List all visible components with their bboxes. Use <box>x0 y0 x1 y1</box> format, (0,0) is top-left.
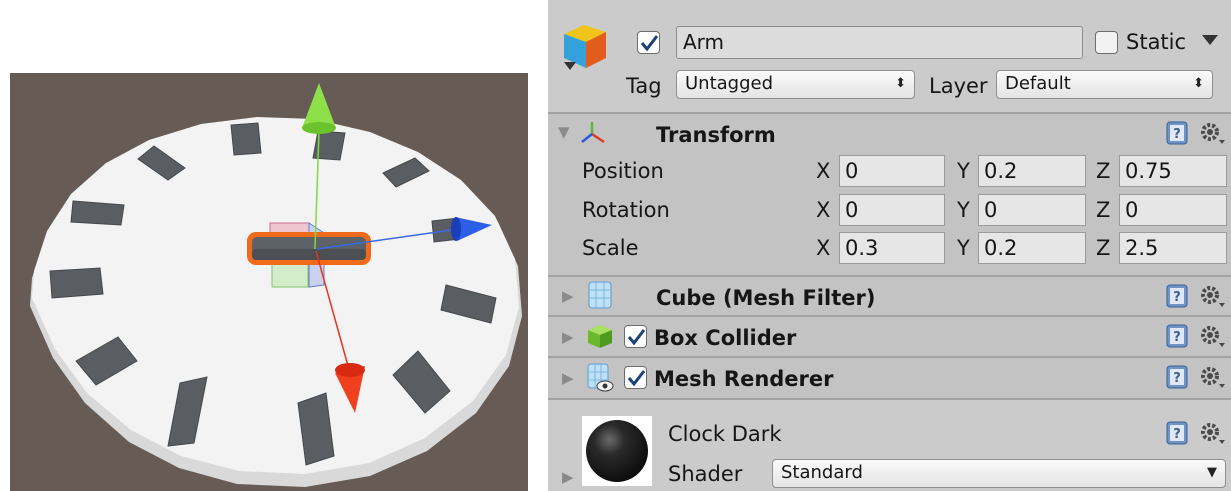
hour-marker-12[interactable] <box>230 122 262 156</box>
scene-canvas[interactable] <box>10 73 528 491</box>
scene-view[interactable] <box>10 73 528 491</box>
scale-z-field[interactable]: 2.5 <box>1119 232 1227 264</box>
scale-label: Scale <box>582 236 639 260</box>
position-y-field[interactable]: 0.2 <box>978 155 1086 187</box>
mesh-filter-fold-icon[interactable]: ▶ <box>562 287 574 305</box>
transform-title[interactable]: Transform <box>656 122 776 148</box>
shader-label: Shader <box>668 462 743 486</box>
scale-y-field[interactable]: 0.2 <box>978 232 1086 264</box>
rotation-label: Rotation <box>582 198 670 222</box>
axis-y-label[interactable]: Y <box>957 197 970 223</box>
axis-z-label[interactable]: Z <box>1096 158 1110 184</box>
dropdown-arrow-icon: ▼ <box>1207 465 1217 480</box>
updown-arrow-icon: ⬍ <box>1193 76 1204 91</box>
mesh-renderer-icon <box>587 363 614 392</box>
axis-z-label[interactable]: Z <box>1096 197 1110 223</box>
tag-value: Untagged <box>685 73 774 94</box>
svg-text:?: ? <box>1173 427 1181 442</box>
gear-icon[interactable] <box>1198 364 1226 390</box>
material-fold-icon[interactable]: ▶ <box>562 468 574 486</box>
tag-label: Tag <box>626 74 662 98</box>
axis-x-label[interactable]: X <box>816 235 830 261</box>
rotation-z-field[interactable]: 0 <box>1119 194 1227 226</box>
layer-value: Default <box>1005 73 1071 94</box>
box-collider-icon <box>588 325 612 348</box>
help-icon[interactable]: ? <box>1165 323 1189 349</box>
inspector-panel: Arm Static Tag Untagged ⬍ Layer Default … <box>548 0 1231 491</box>
rotation-x-field[interactable]: 0 <box>839 194 945 226</box>
mesh-renderer-enabled-checkbox[interactable] <box>624 366 647 389</box>
updown-arrow-icon: ⬍ <box>895 76 906 91</box>
position-label: Position <box>582 159 664 183</box>
box-collider-fold-icon[interactable]: ▶ <box>562 328 574 346</box>
tag-dropdown[interactable]: Untagged ⬍ <box>676 70 915 99</box>
help-icon[interactable]: ? <box>1165 420 1189 446</box>
gear-icon[interactable] <box>1198 120 1226 146</box>
help-icon[interactable]: ? <box>1165 120 1189 146</box>
object-name-field[interactable]: Arm <box>676 26 1083 59</box>
gameobject-cube-icon <box>564 25 606 70</box>
active-checkbox[interactable] <box>637 31 660 54</box>
hour-marker-9[interactable] <box>49 267 104 299</box>
mesh-renderer-fold-icon[interactable]: ▶ <box>562 369 574 387</box>
layer-label: Layer <box>929 74 988 98</box>
scale-x-field[interactable]: 0.3 <box>839 232 945 264</box>
hour-marker-10[interactable] <box>70 200 125 226</box>
static-dropdown-arrow-icon[interactable] <box>1202 35 1218 45</box>
gear-icon[interactable] <box>1198 323 1226 349</box>
gear-icon[interactable] <box>1198 420 1226 446</box>
transform-axes-icon <box>581 122 605 144</box>
material-preview[interactable] <box>582 416 652 486</box>
help-icon[interactable]: ? <box>1165 364 1189 390</box>
mesh-filter-title[interactable]: Cube (Mesh Filter) <box>656 285 875 311</box>
position-x-field[interactable]: 0 <box>839 155 945 187</box>
static-checkbox[interactable] <box>1095 31 1118 54</box>
gizmo-y-arrow-icon[interactable] <box>302 83 336 134</box>
axis-y-label[interactable]: Y <box>957 235 970 261</box>
mesh-filter-icon <box>588 281 612 309</box>
axis-y-label[interactable]: Y <box>957 158 970 184</box>
help-icon[interactable]: ? <box>1165 283 1189 309</box>
shader-value: Standard <box>781 462 863 483</box>
layer-dropdown[interactable]: Default ⬍ <box>996 70 1213 99</box>
svg-text:?: ? <box>1173 290 1181 305</box>
svg-text:?: ? <box>1173 330 1181 345</box>
shader-dropdown[interactable]: Standard ▼ <box>772 459 1226 488</box>
svg-text:?: ? <box>1173 127 1181 142</box>
axis-z-label[interactable]: Z <box>1096 235 1110 261</box>
static-label: Static <box>1126 30 1187 54</box>
material-name: Clock Dark <box>668 422 782 446</box>
rotation-y-field[interactable]: 0 <box>978 194 1086 226</box>
position-z-field[interactable]: 0.75 <box>1119 155 1227 187</box>
mesh-renderer-title[interactable]: Mesh Renderer <box>654 366 834 392</box>
box-collider-enabled-checkbox[interactable] <box>624 325 647 348</box>
axis-x-label[interactable]: X <box>816 197 830 223</box>
transform-fold-icon[interactable]: ▼ <box>558 123 570 141</box>
gear-icon[interactable] <box>1198 283 1226 309</box>
svg-text:?: ? <box>1173 371 1181 386</box>
box-collider-title[interactable]: Box Collider <box>654 325 796 351</box>
axis-x-label[interactable]: X <box>816 158 830 184</box>
material-sphere-icon <box>586 420 648 482</box>
